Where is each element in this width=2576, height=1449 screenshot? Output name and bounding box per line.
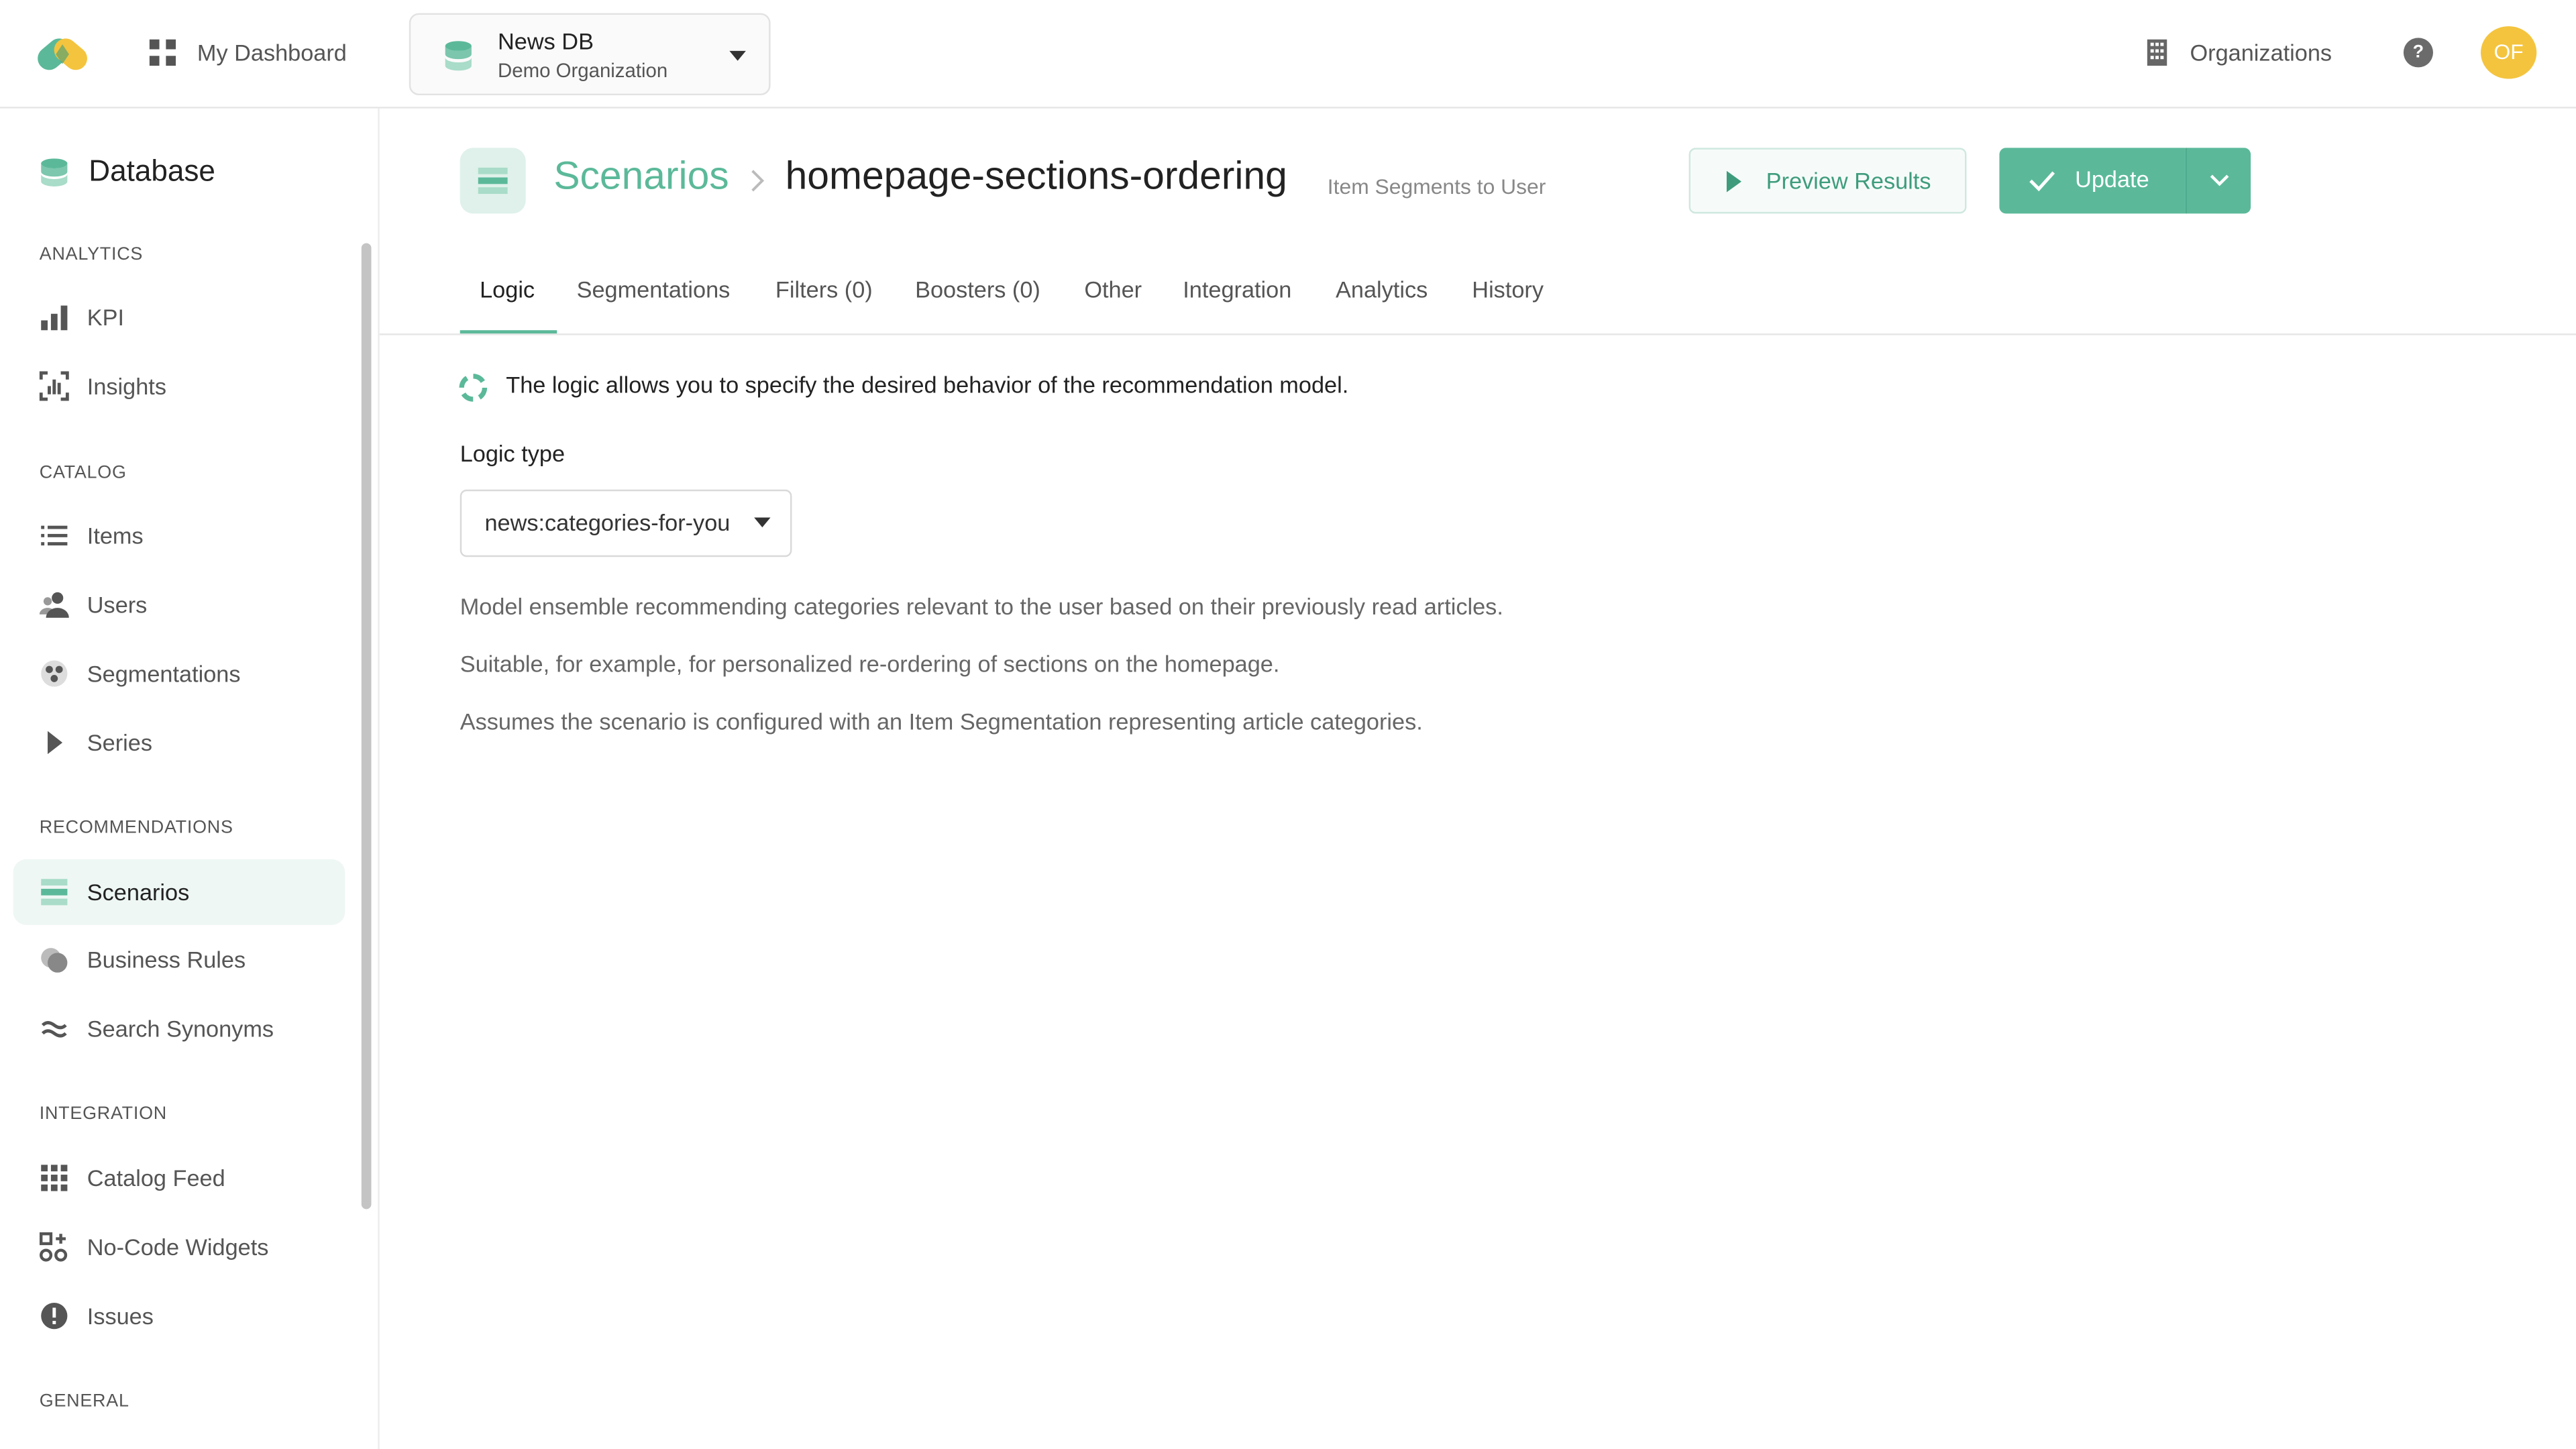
tab-segmentations[interactable]: Segmentations (577, 276, 731, 335)
logic-type-value: news:categories-for-you (484, 509, 731, 536)
dashboard-grid-icon (149, 39, 176, 66)
caret-down-icon (729, 50, 746, 61)
sidebar-item-series[interactable]: Series (13, 710, 345, 775)
play-icon (48, 731, 63, 755)
sidebar-item-no-code-widgets[interactable]: No-Code Widgets (13, 1214, 345, 1280)
sidebar-item-label: No-Code Widgets (87, 1234, 269, 1260)
logic-description-3: Assumes the scenario is configured with … (460, 708, 1423, 735)
section-recommendations: RECOMMENDATIONS (39, 818, 233, 838)
page-subtitle: Item Segments to User (1327, 174, 1546, 199)
sidebar-item-users[interactable]: Users (13, 572, 345, 637)
database-icon (41, 158, 68, 186)
section-integration: INTEGRATION (39, 1104, 167, 1124)
logic-type-label: Logic type (460, 440, 566, 467)
sidebar-item-label: Segmentations (87, 660, 241, 687)
sidebar-item-label: Series (87, 729, 152, 756)
building-icon (2147, 39, 2167, 66)
sidebar-item-label: Items (87, 522, 144, 549)
organization-name: Demo Organization (498, 59, 668, 83)
logic-type-select[interactable]: news:categories-for-you (460, 489, 792, 557)
chevron-down-icon (2210, 174, 2229, 186)
bar-chart-icon (41, 305, 68, 331)
sidebar: Database ANALYTICS KPI Insights CATALOG … (0, 108, 380, 1449)
scenarios-icon (478, 167, 508, 194)
tab-filters[interactable]: Filters (0) (775, 276, 873, 335)
organizations-link[interactable]: Organizations (2142, 33, 2332, 72)
app-logo-icon[interactable] (30, 28, 95, 77)
play-icon (1726, 170, 1741, 193)
user-avatar[interactable]: OF (2480, 26, 2537, 79)
scenario-page-icon (460, 148, 526, 214)
sidebar-item-catalog-feed[interactable]: Catalog Feed (13, 1145, 345, 1211)
tabs-divider (379, 333, 2576, 335)
preview-results-label: Preview Results (1766, 167, 1931, 194)
check-icon (2029, 171, 2055, 192)
scenarios-icon (41, 879, 68, 906)
section-analytics: ANALYTICS (39, 244, 144, 265)
sidebar-item-kpi[interactable]: KPI (13, 284, 345, 350)
my-dashboard-label: My Dashboard (197, 39, 347, 66)
database-name: News DB (498, 28, 594, 54)
sidebar-item-label: Business Rules (87, 946, 246, 973)
sidebar-item-business-rules[interactable]: Business Rules (13, 926, 345, 992)
sidebar-item-insights[interactable]: Insights (13, 354, 345, 419)
preview-results-button[interactable]: Preview Results (1688, 148, 1967, 214)
my-dashboard-link[interactable]: My Dashboard (148, 33, 347, 72)
sidebar-item-search-synonyms[interactable]: Search Synonyms (13, 996, 345, 1061)
segmentations-icon (41, 660, 68, 687)
sidebar-item-segmentations[interactable]: Segmentations (13, 641, 345, 706)
lifebuoy-icon (459, 374, 488, 402)
chevron-right-icon (751, 170, 765, 192)
app-root: My Dashboard News DB Demo Organization O… (0, 0, 2576, 1449)
sidebar-item-scenarios[interactable]: Scenarios (13, 859, 345, 925)
section-general: GENERAL (39, 1391, 129, 1411)
logic-description-1: Model ensemble recommending categories r… (460, 593, 1503, 620)
update-label: Update (2075, 166, 2149, 193)
page-title: homepage-sections-ordering (785, 154, 1287, 199)
organizations-label: Organizations (2190, 39, 2332, 66)
sidebar-item-label: Scenarios (87, 879, 190, 906)
caret-down-icon (754, 517, 771, 528)
sidebar-item-issues[interactable]: Issues (13, 1283, 345, 1349)
tab-integration[interactable]: Integration (1183, 276, 1291, 335)
sidebar-item-label: Users (87, 591, 148, 618)
sidebar-item-items[interactable]: Items (13, 502, 345, 568)
active-tab-indicator (460, 330, 557, 334)
sidebar-item-label: Catalog Feed (87, 1165, 225, 1191)
approx-equal-icon (41, 1021, 67, 1038)
sidebar-scrollbar[interactable] (361, 243, 372, 1210)
alert-circle-icon (41, 1303, 68, 1330)
tab-logic[interactable]: Logic (480, 276, 535, 335)
sidebar-item-label: Search Synonyms (87, 1015, 274, 1042)
help-icon[interactable]: ? (2403, 38, 2433, 68)
sidebar-item-label: KPI (87, 304, 125, 331)
list-icon (41, 525, 68, 546)
widgets-icon (40, 1232, 68, 1262)
logic-description-2: Suitable, for example, for personalized … (460, 650, 1280, 677)
database-icon (445, 41, 472, 71)
grid-dots-icon (41, 1165, 68, 1191)
logic-info-text: The logic allows you to specify the desi… (506, 371, 1349, 398)
business-rules-icon (41, 948, 68, 973)
sidebar-title-label: Database (89, 154, 215, 188)
tab-analytics[interactable]: Analytics (1336, 276, 1428, 335)
users-icon (39, 592, 69, 618)
database-selector[interactable]: News DB Demo Organization (409, 13, 771, 96)
tab-other[interactable]: Other (1084, 276, 1142, 335)
breadcrumb-scenarios[interactable]: Scenarios (553, 154, 729, 201)
sidebar-item-label: Insights (87, 372, 166, 400)
tab-boosters[interactable]: Boosters (0) (915, 276, 1040, 335)
sidebar-title[interactable]: Database (40, 154, 215, 189)
insights-icon (39, 371, 69, 401)
section-catalog: CATALOG (39, 463, 127, 484)
sidebar-item-label: Issues (87, 1303, 154, 1330)
tab-history[interactable]: History (1472, 276, 1544, 335)
update-options-button[interactable] (2185, 148, 2251, 214)
top-bar: My Dashboard News DB Demo Organization O… (0, 0, 2576, 109)
update-button[interactable]: Update (1999, 148, 2186, 214)
